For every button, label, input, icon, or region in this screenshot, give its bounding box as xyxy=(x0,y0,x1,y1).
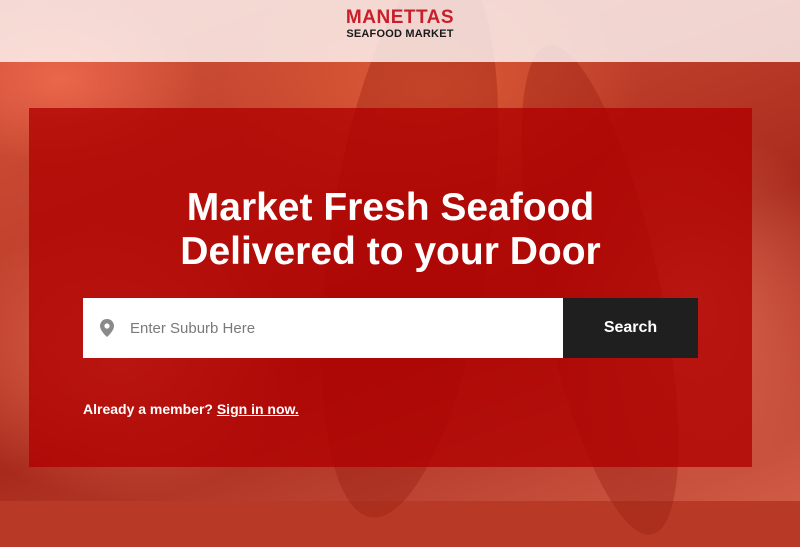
member-signin-line: Already a member? Sign in now. xyxy=(83,401,299,417)
suburb-search-input[interactable] xyxy=(128,307,532,349)
logo-tagline: SEAFOOD MARKET xyxy=(346,28,454,40)
headline-line-1: Market Fresh Seafood xyxy=(186,186,595,229)
headline-line-2: Delivered to your Door xyxy=(180,230,601,273)
hero-headline: Market Fresh Seafood Delivered to your D… xyxy=(29,186,752,274)
search-field[interactable] xyxy=(83,298,563,358)
member-prompt: Already a member? xyxy=(83,401,213,417)
logo-wordmark: MANETTAS xyxy=(345,7,455,28)
sign-in-link[interactable]: Sign in now. xyxy=(217,401,299,417)
location-pin-icon xyxy=(100,319,114,337)
hero-panel: Market Fresh Seafood Delivered to your D… xyxy=(29,108,752,467)
search-button[interactable]: Search xyxy=(563,298,698,358)
logo[interactable]: MANETTAS SEAFOOD MARKET xyxy=(0,8,800,41)
